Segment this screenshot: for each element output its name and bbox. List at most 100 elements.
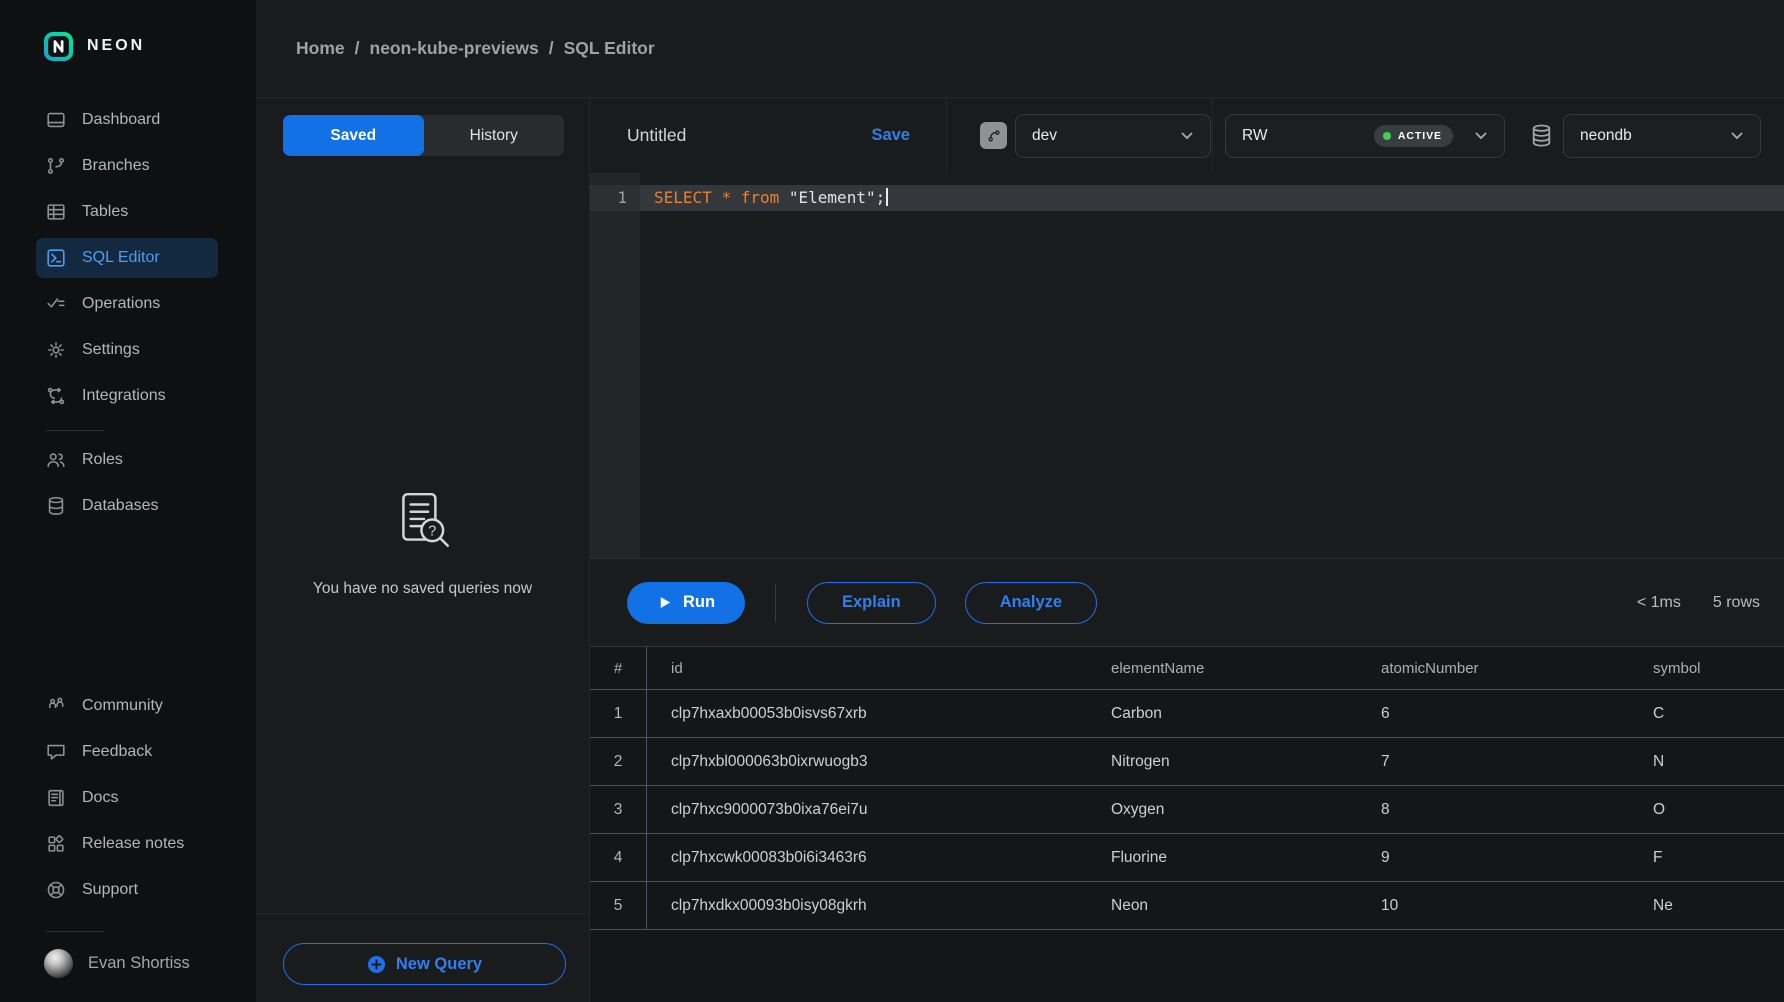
sql-token bbox=[712, 188, 722, 207]
compute-select[interactable]: RW ACTIVE bbox=[1225, 114, 1505, 158]
saved-queries-panel: You have no saved queries now New Query bbox=[256, 173, 590, 1002]
new-query-area: New Query bbox=[256, 913, 589, 1002]
community-icon bbox=[45, 695, 67, 717]
sidebar-item-support[interactable]: Support bbox=[36, 870, 218, 910]
editor-results: 1 SELECT * from "Element"; Run Explain A… bbox=[590, 173, 1784, 1002]
page-header: Home / neon-kube-previews / SQL Editor bbox=[256, 0, 1784, 97]
sql-editor-surface[interactable]: 1 SELECT * from "Element"; bbox=[590, 173, 1784, 558]
run-label: Run bbox=[683, 593, 715, 612]
sql-token: SELECT bbox=[654, 188, 712, 207]
column-header-row-number: # bbox=[590, 647, 647, 689]
cell-row-number: 1 bbox=[590, 690, 647, 737]
integrations-icon bbox=[45, 385, 67, 407]
user-menu[interactable]: Evan Shortiss bbox=[44, 949, 218, 978]
table-row: 1clp7hxaxb00053b0isvs67xrbCarbon6C bbox=[590, 690, 1784, 738]
line-number: 1 bbox=[590, 185, 640, 211]
new-query-label: New Query bbox=[396, 955, 482, 974]
roles-icon bbox=[45, 449, 67, 471]
avatar bbox=[44, 949, 73, 978]
chevron-down-icon bbox=[1177, 126, 1197, 146]
neon-console: NEON Dashboard Branches Tables SQL Edito… bbox=[0, 0, 1784, 1002]
cell-symbol: N bbox=[1629, 738, 1784, 785]
column-header-elementName: elementName bbox=[1087, 647, 1357, 689]
sidebar-item-release-notes[interactable]: Release notes bbox=[36, 824, 218, 864]
query-title[interactable]: Untitled bbox=[627, 125, 686, 146]
column-header-atomicNumber: atomicNumber bbox=[1357, 647, 1629, 689]
sidebar-item-sql-editor[interactable]: SQL Editor bbox=[36, 238, 218, 278]
sidebar-item-integrations[interactable]: Integrations bbox=[36, 376, 218, 416]
sql-editor-icon bbox=[45, 247, 67, 269]
queries-tabs: Saved History bbox=[283, 115, 564, 156]
cell-row-number: 5 bbox=[590, 882, 647, 929]
compute-db-section: RW ACTIVE neondb bbox=[1213, 98, 1784, 173]
cell-id: clp7hxdkx00093b0isy08gkrh bbox=[647, 882, 1087, 929]
sql-token bbox=[731, 188, 741, 207]
sidebar-item-community[interactable]: Community bbox=[36, 686, 218, 726]
play-icon bbox=[657, 595, 672, 610]
breadcrumb-item-home[interactable]: Home bbox=[296, 38, 345, 59]
support-icon bbox=[45, 879, 67, 901]
sidebar-nav-management: Roles Databases bbox=[0, 440, 256, 532]
cell-symbol: C bbox=[1629, 690, 1784, 737]
queries-panel-header: Saved History bbox=[256, 98, 590, 173]
cell-elementName: Carbon bbox=[1087, 690, 1357, 737]
query-duration: < 1ms bbox=[1637, 594, 1681, 612]
new-query-button[interactable]: New Query bbox=[283, 943, 566, 985]
table-header-row: #idelementNameatomicNumbersymbol bbox=[590, 647, 1784, 690]
save-button[interactable]: Save bbox=[871, 126, 910, 145]
sidebar-item-roles[interactable]: Roles bbox=[36, 440, 218, 480]
cell-symbol: Ne bbox=[1629, 882, 1784, 929]
cell-row-number: 3 bbox=[590, 786, 647, 833]
cell-id: clp7hxcwk00083b0i6i3463r6 bbox=[647, 834, 1087, 881]
cell-atomicNumber: 10 bbox=[1357, 882, 1629, 929]
tab-history[interactable]: History bbox=[424, 115, 565, 156]
operations-icon bbox=[45, 293, 67, 315]
status-text: ACTIVE bbox=[1398, 130, 1442, 142]
breadcrumb-separator: / bbox=[549, 38, 554, 59]
sidebar-item-feedback[interactable]: Feedback bbox=[36, 732, 218, 772]
brand-logo[interactable]: NEON bbox=[44, 30, 256, 62]
sidebar: NEON Dashboard Branches Tables SQL Edito… bbox=[0, 0, 256, 1002]
database-select[interactable]: neondb bbox=[1563, 114, 1761, 158]
release-notes-icon bbox=[45, 833, 67, 855]
cell-symbol: O bbox=[1629, 786, 1784, 833]
tables-icon bbox=[45, 201, 67, 223]
sidebar-item-docs[interactable]: Docs bbox=[36, 778, 218, 818]
sql-token: from bbox=[741, 188, 780, 207]
sql-code[interactable]: SELECT * from "Element"; bbox=[640, 185, 1784, 211]
column-header-id: id bbox=[647, 647, 1087, 689]
table-row: 5clp7hxdkx00093b0isy08gkrhNeon10Ne bbox=[590, 882, 1784, 930]
breadcrumb: Home / neon-kube-previews / SQL Editor bbox=[296, 38, 655, 59]
explain-button[interactable]: Explain bbox=[807, 582, 936, 624]
branch-section: dev bbox=[947, 98, 1213, 173]
sidebar-divider bbox=[46, 430, 104, 431]
branch-select[interactable]: dev bbox=[1015, 114, 1211, 158]
sidebar-item-tables[interactable]: Tables bbox=[36, 192, 218, 232]
sidebar-nav-primary: Dashboard Branches Tables SQL Editor Ope… bbox=[0, 100, 256, 422]
compute-select-value: RW bbox=[1242, 127, 1268, 145]
breadcrumb-separator: / bbox=[355, 38, 360, 59]
query-stats: < 1ms 5 rows bbox=[1637, 594, 1760, 612]
cell-row-number: 2 bbox=[590, 738, 647, 785]
tab-saved[interactable]: Saved bbox=[283, 115, 424, 156]
plus-icon bbox=[367, 955, 386, 974]
main-area: Home / neon-kube-previews / SQL Editor S… bbox=[256, 0, 1784, 1002]
table-row: 2clp7hxbl000063b0ixrwuogb3Nitrogen7N bbox=[590, 738, 1784, 786]
breadcrumb-item-project[interactable]: neon-kube-previews bbox=[370, 38, 539, 59]
cell-atomicNumber: 7 bbox=[1357, 738, 1629, 785]
sidebar-item-branches[interactable]: Branches bbox=[36, 146, 218, 186]
sidebar-item-settings[interactable]: Settings bbox=[36, 330, 218, 370]
branch-select-value: dev bbox=[1032, 127, 1057, 145]
sidebar-item-dashboard[interactable]: Dashboard bbox=[36, 100, 218, 140]
dashboard-icon bbox=[45, 109, 67, 131]
sidebar-item-operations[interactable]: Operations bbox=[36, 284, 218, 324]
cell-id: clp7hxc9000073b0ixa76ei7u bbox=[647, 786, 1087, 833]
cell-row-number: 4 bbox=[590, 834, 647, 881]
analyze-button[interactable]: Analyze bbox=[965, 582, 1097, 624]
run-button[interactable]: Run bbox=[627, 582, 745, 624]
no-saved-queries-icon bbox=[390, 488, 456, 554]
column-header-symbol: symbol bbox=[1629, 647, 1784, 689]
chevron-down-icon bbox=[1727, 126, 1747, 146]
sidebar-item-databases[interactable]: Databases bbox=[36, 486, 218, 526]
sql-token: * bbox=[721, 188, 731, 207]
